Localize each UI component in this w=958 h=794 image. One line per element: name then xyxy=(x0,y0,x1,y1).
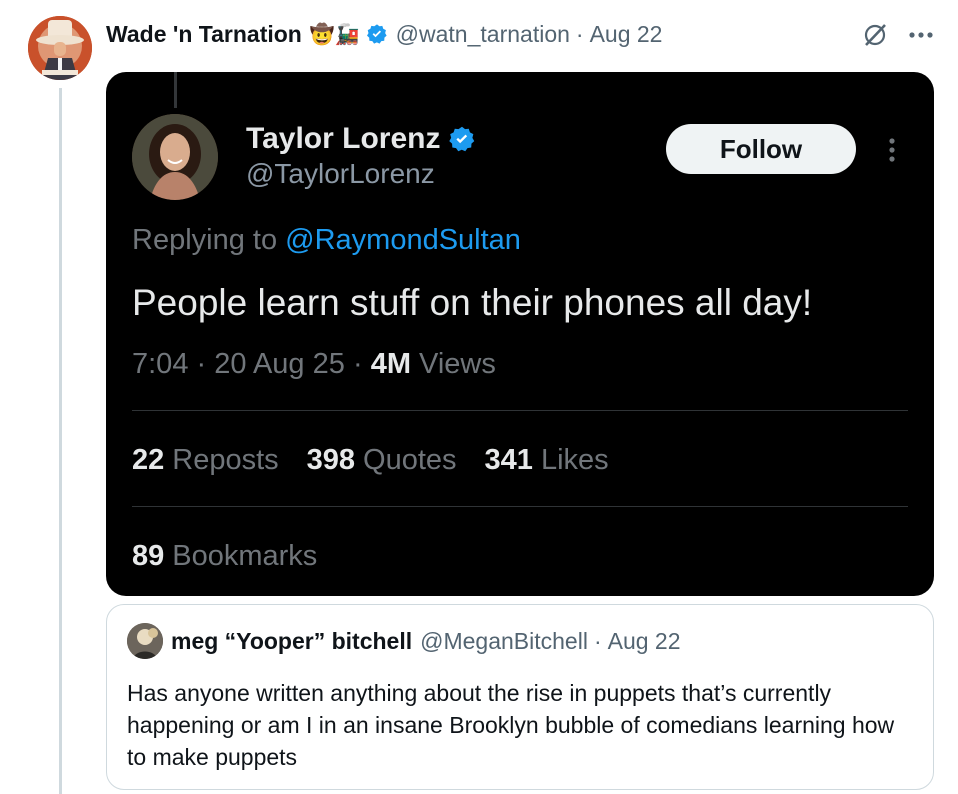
embedded-author-avatar xyxy=(132,114,218,200)
likes-stat: 341 Likes xyxy=(485,444,609,477)
quotes-label: Quotes xyxy=(363,444,457,476)
separator-dot: · xyxy=(352,348,363,380)
tweet-header: Wade 'n Tarnation 🤠🚂 @watn_tarnation · A… xyxy=(106,18,662,50)
cowboy-avatar-image xyxy=(28,16,92,80)
author-emojis: 🤠🚂 xyxy=(309,22,360,46)
embedded-tweet-screenshot[interactable]: Taylor Lorenz @TaylorLorenz Follow Reply… xyxy=(106,72,934,596)
embedded-display-name: Taylor Lorenz xyxy=(246,122,441,155)
quotes-count: 398 xyxy=(306,444,356,476)
author-handle[interactable]: @watn_tarnation xyxy=(396,21,570,48)
embedded-date: 20 Aug 25 xyxy=(214,348,345,380)
follow-button: Follow xyxy=(666,124,856,174)
divider xyxy=(132,506,908,507)
bookmarks-stat: 89 Bookmarks xyxy=(132,540,317,573)
embedded-meta-line: 7:04 · 20 Aug 25 · 4M Views xyxy=(132,348,496,381)
divider xyxy=(132,410,908,411)
separator-dot: · xyxy=(575,20,584,47)
reposts-label: Reposts xyxy=(172,444,279,476)
verified-badge-icon xyxy=(448,125,476,153)
quoted-tweet-header: meg “Yooper” bitchell @MeganBitchell · A… xyxy=(127,623,681,659)
quoted-tweet-text: Has anyone written anything about the ri… xyxy=(127,680,895,770)
embedded-thread-line xyxy=(174,72,177,108)
views-count: 4M xyxy=(370,348,411,380)
reposts-stat: 22 Reposts xyxy=(132,444,279,477)
quoted-display-name[interactable]: meg “Yooper” bitchell xyxy=(171,628,412,655)
quoted-date[interactable]: Aug 22 xyxy=(608,628,681,655)
views-label: Views xyxy=(419,348,496,380)
bookmarks-count: 89 xyxy=(132,540,165,572)
verified-badge-icon xyxy=(366,23,388,45)
quoted-author-avatar[interactable] xyxy=(127,623,163,659)
bookmarks-label: Bookmarks xyxy=(172,540,318,572)
likes-count: 341 xyxy=(484,444,533,476)
separator-dot: · xyxy=(196,348,207,380)
embedded-author-name: Taylor Lorenz xyxy=(246,122,476,156)
replying-to-handle: @RaymondSultan xyxy=(285,224,521,256)
tweet-date[interactable]: Aug 22 xyxy=(590,21,663,48)
quoted-avatar-image xyxy=(127,623,163,659)
quoted-tweet-card[interactable]: meg “Yooper” bitchell @MeganBitchell · A… xyxy=(106,604,934,790)
vertical-more-icon xyxy=(878,130,906,170)
thread-line xyxy=(59,88,62,794)
embedded-time: 7:04 xyxy=(132,348,189,380)
embedded-tweet-text: People learn stuff on their phones all d… xyxy=(132,282,813,323)
author-avatar[interactable] xyxy=(28,16,92,80)
portrait-avatar-image xyxy=(132,114,218,200)
quotes-stat: 398 Quotes xyxy=(307,444,457,477)
quoted-handle[interactable]: @MeganBitchell xyxy=(420,628,588,655)
replying-to-line: Replying to @RaymondSultan xyxy=(132,224,521,257)
likes-label: Likes xyxy=(540,444,609,476)
author-display-name[interactable]: Wade 'n Tarnation xyxy=(106,21,302,48)
reposts-count: 22 xyxy=(132,444,165,476)
more-options-icon[interactable] xyxy=(904,18,938,52)
replying-to-label: Replying to xyxy=(132,224,278,256)
engagement-stats: 22 Reposts 398 Quotes 341 Likes xyxy=(132,444,637,477)
separator-dot: · xyxy=(593,627,602,654)
grok-icon[interactable] xyxy=(858,18,892,52)
embedded-author-handle: @TaylorLorenz xyxy=(246,158,435,189)
